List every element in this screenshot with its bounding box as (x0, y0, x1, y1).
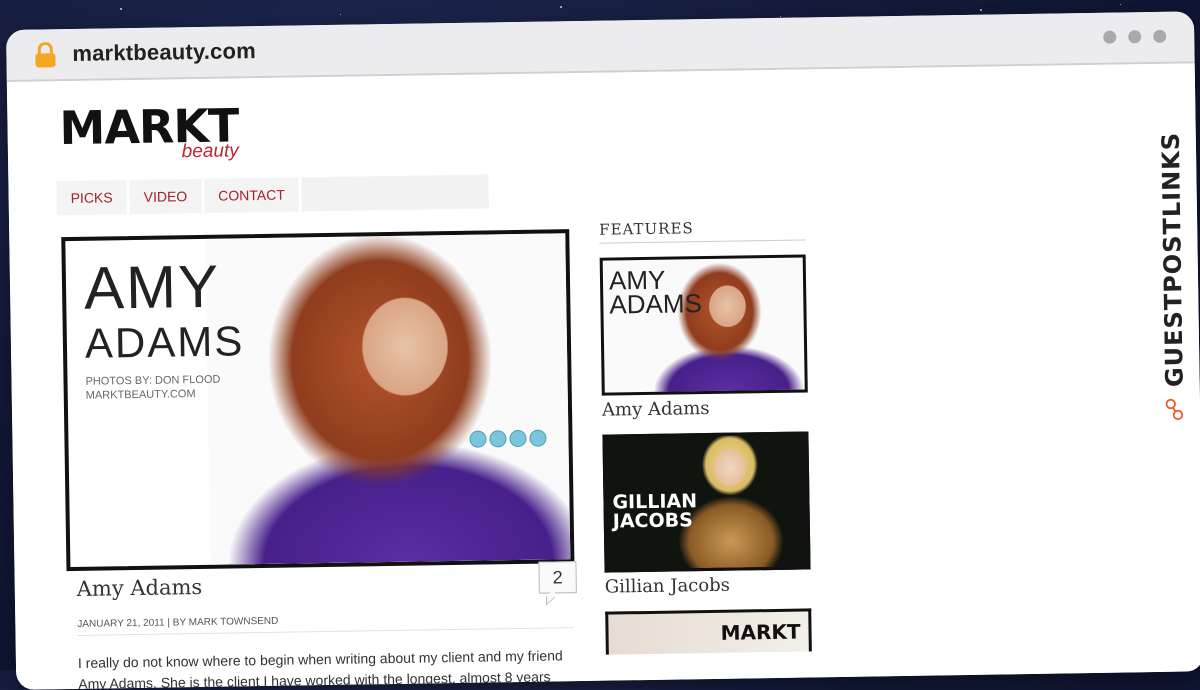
post-meta: JANUARY 21, 2011 | BY MARK TOWNSEND (77, 615, 279, 630)
hero-credit: PHOTOS BY: DON FLOOD MARKTBEAUTY.COM (85, 373, 220, 403)
thumb-title: MARKT (720, 619, 801, 645)
feature-thumbnail[interactable]: MARKT (605, 608, 812, 655)
window-dot-icon[interactable] (1153, 29, 1167, 43)
watermark-text: GUESTPOSTLINKS (1156, 131, 1189, 388)
feature-item[interactable]: AMY ADAMS Amy Adams (599, 254, 809, 421)
feature-thumbnail[interactable]: AMY ADAMS (599, 254, 808, 396)
hero-title-line2: ADAMS (84, 317, 245, 367)
thumb-title: GILLIAN JACOBS (612, 490, 698, 533)
main-nav: PICKS VIDEO CONTACT (56, 174, 489, 216)
thumb-title: AMY ADAMS (608, 264, 703, 320)
post-title[interactable]: Amy Adams (77, 575, 203, 601)
feature-label[interactable]: Gillian Jacobs (605, 573, 811, 598)
lock-icon (35, 42, 56, 68)
window-controls (1103, 29, 1167, 44)
nav-item-contact[interactable]: CONTACT (203, 177, 303, 213)
browser-window: marktbeauty.com MARKT beauty PICKS VIDEO… (6, 11, 1200, 690)
feature-label[interactable]: Amy Adams (602, 396, 808, 421)
hero-credit-line2: MARKTBEAUTY.COM (85, 388, 196, 402)
comment-count-badge[interactable]: 2 (538, 561, 577, 594)
nav-item-picks[interactable]: PICKS (56, 180, 130, 216)
sidebar: FEATURES AMY ADAMS Amy Adams GILLIAN JAC… (599, 217, 812, 655)
bracelet-decoration (469, 429, 547, 448)
web-page: MARKT beauty PICKS VIDEO CONTACT AMY ADA… (6, 63, 1200, 690)
window-dot-icon[interactable] (1128, 30, 1142, 44)
logo-sub-text: beauty (181, 140, 239, 163)
watermark-logo: ☍ GUESTPOSTLINKS (1152, 121, 1195, 422)
site-logo[interactable]: MARKT beauty (59, 98, 239, 162)
hero-photo (205, 233, 571, 565)
url-text[interactable]: marktbeauty.com (72, 38, 256, 67)
window-dot-icon[interactable] (1103, 30, 1117, 44)
link-icon: ☍ (1160, 396, 1190, 422)
nav-item-video[interactable]: VIDEO (129, 178, 205, 215)
features-heading: FEATURES (599, 217, 806, 244)
feature-thumbnail[interactable]: GILLIAN JACOBS (602, 431, 811, 573)
post-excerpt: I really do not know where to begin when… (77, 647, 563, 690)
hero-image[interactable]: AMY ADAMS PHOTOS BY: DON FLOOD MARKTBEAU… (61, 229, 575, 572)
hero-title-line1: AMY (83, 252, 221, 322)
feature-item[interactable]: MARKT (605, 608, 812, 655)
hero-credit-line1: PHOTOS BY: DON FLOOD (85, 373, 221, 388)
feature-item[interactable]: GILLIAN JACOBS Gillian Jacobs (602, 431, 811, 598)
